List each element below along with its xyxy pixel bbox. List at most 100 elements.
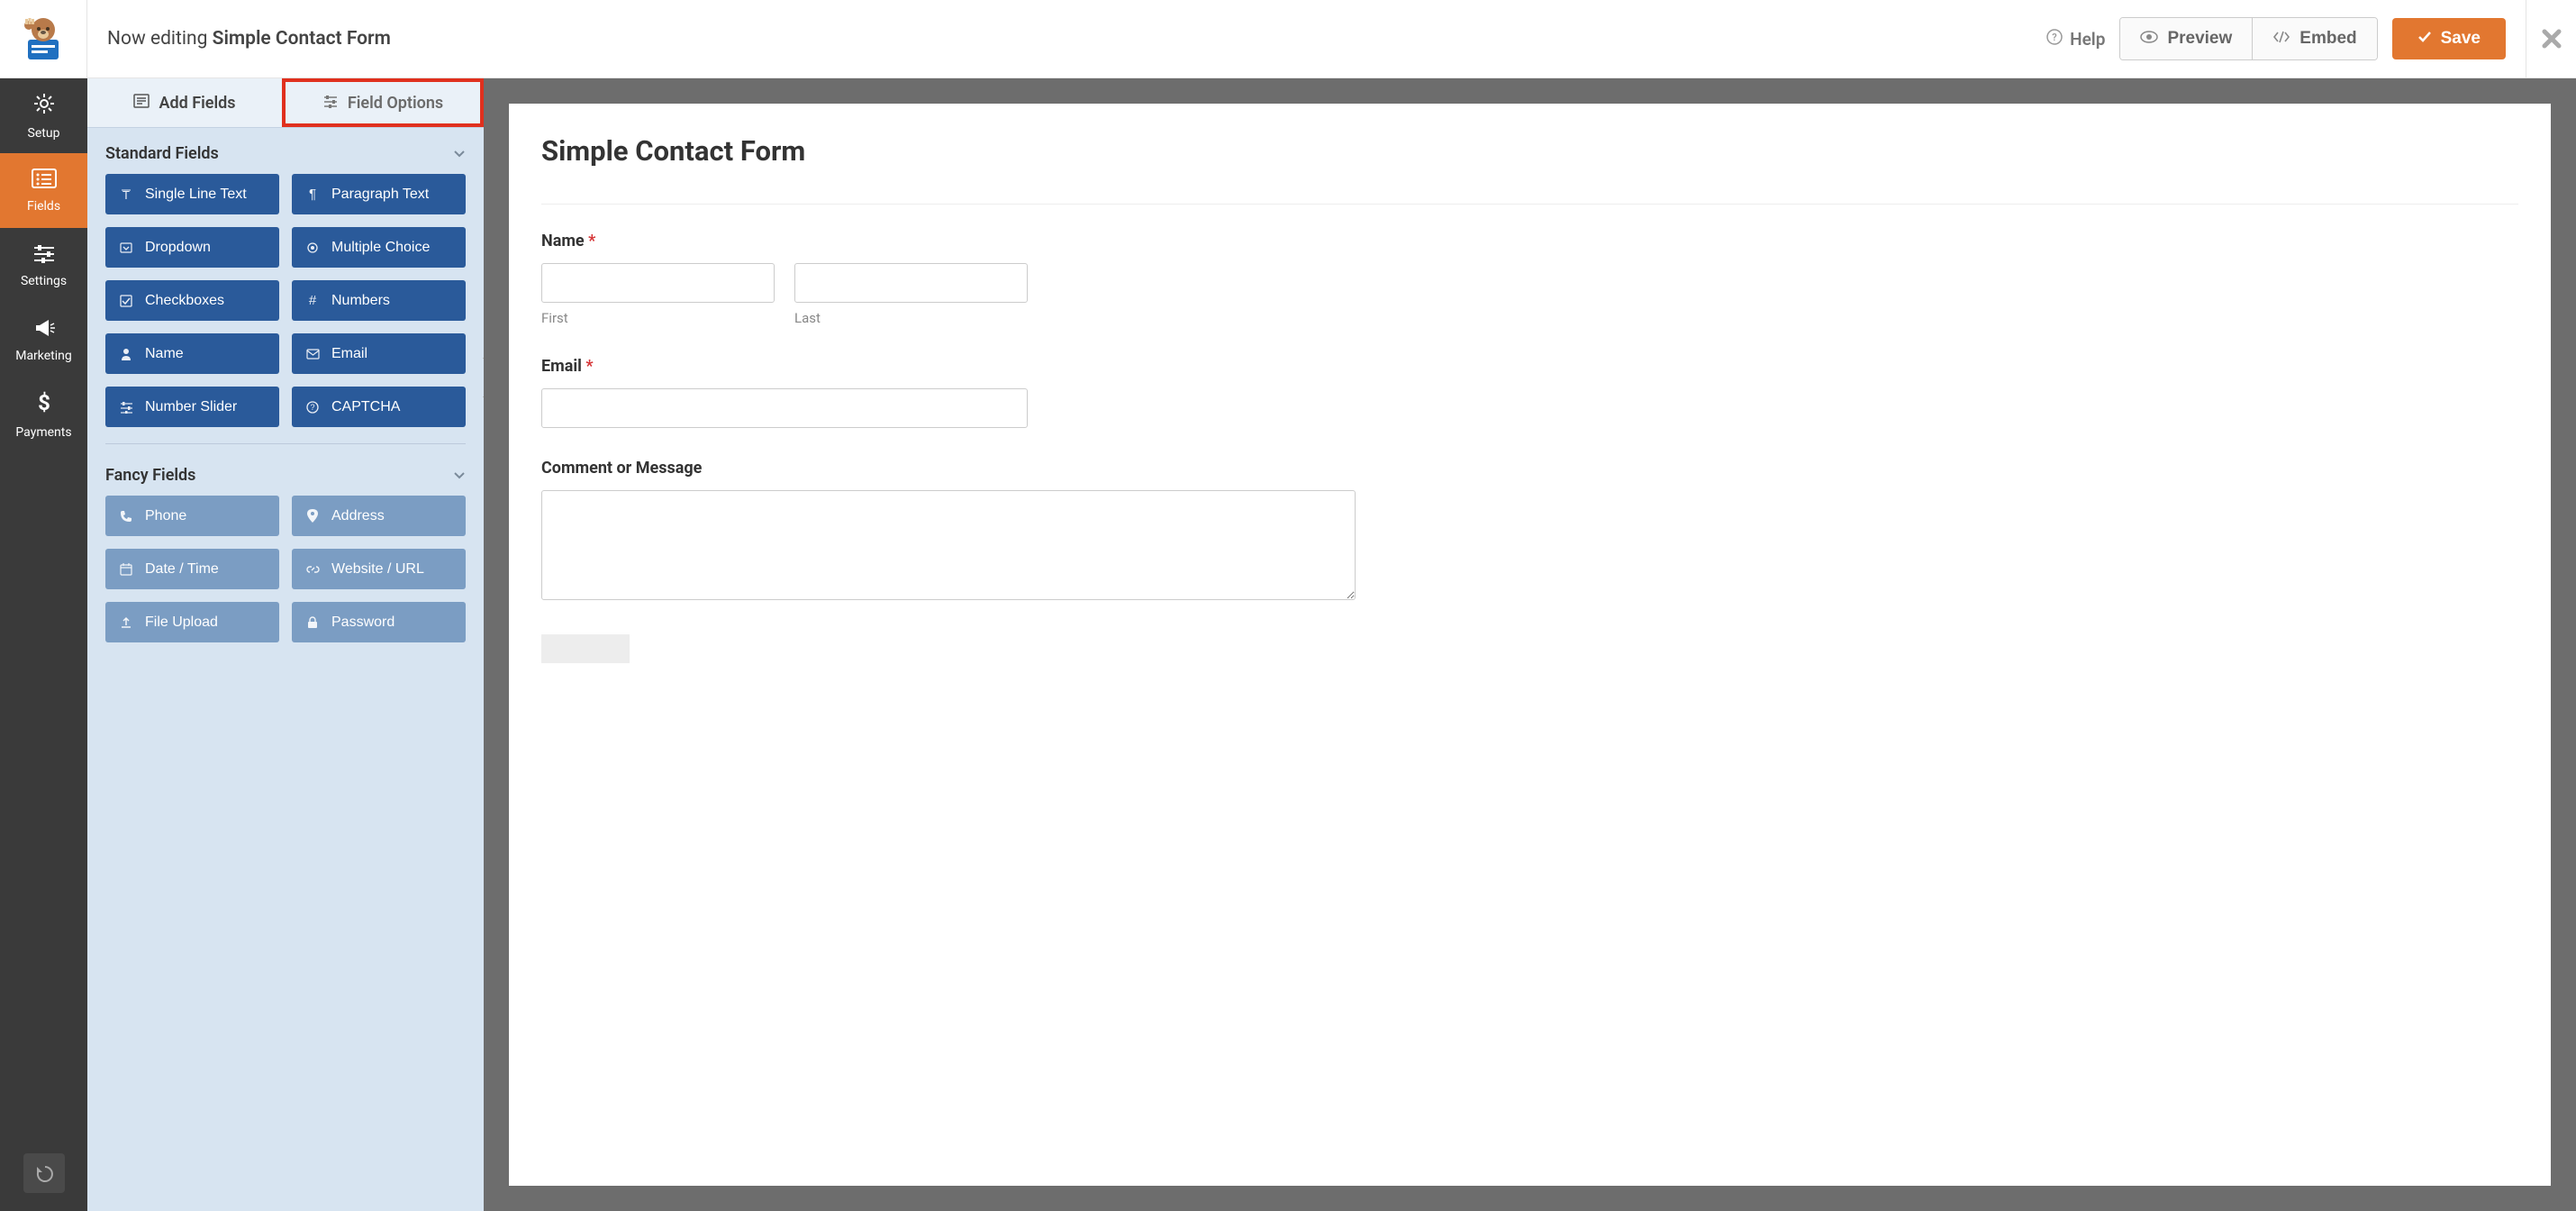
last-name-input[interactable] bbox=[794, 263, 1028, 303]
sidebar-item-payments[interactable]: $ Payments bbox=[0, 378, 87, 452]
calendar-icon bbox=[118, 563, 134, 576]
field-label: CAPTCHA bbox=[331, 399, 400, 415]
svg-text:?: ? bbox=[310, 403, 314, 412]
field-captcha[interactable]: ? CAPTCHA bbox=[292, 387, 466, 427]
topbar: Now editing Simple Contact Form ? Help P… bbox=[0, 0, 2576, 78]
field-multiple-choice[interactable]: Multiple Choice bbox=[292, 227, 466, 268]
section-header-fancy[interactable]: Fancy Fields bbox=[87, 450, 484, 496]
first-name-input[interactable] bbox=[541, 263, 775, 303]
field-checkboxes[interactable]: Checkboxes bbox=[105, 280, 279, 321]
hash-icon: # bbox=[304, 293, 321, 308]
phone-icon bbox=[118, 510, 134, 523]
field-date-time[interactable]: Date / Time bbox=[105, 549, 279, 589]
required-indicator: * bbox=[588, 232, 595, 250]
help-icon: ? bbox=[2046, 29, 2063, 50]
form-canvas: Simple Contact Form Name * First Las bbox=[509, 104, 2551, 1186]
svg-text:$: $ bbox=[38, 391, 50, 414]
field-dropdown[interactable]: Dropdown bbox=[105, 227, 279, 268]
embed-label: Embed bbox=[2299, 29, 2356, 49]
field-label: Address bbox=[331, 508, 385, 524]
form-title: Simple Contact Form bbox=[541, 134, 2518, 205]
fancy-fields-grid: Phone Address Date / Time Website / URL … bbox=[87, 496, 484, 659]
field-label: Name bbox=[145, 346, 184, 362]
field-file-upload[interactable]: File Upload bbox=[105, 602, 279, 642]
field-paragraph-text[interactable]: ¶ Paragraph Text bbox=[292, 174, 466, 214]
sidebar-item-marketing[interactable]: Marketing bbox=[0, 303, 87, 378]
form-field-name[interactable]: Name * First Last bbox=[541, 232, 2518, 326]
panel-tabs: Add Fields Field Options bbox=[87, 78, 484, 128]
field-email[interactable]: Email bbox=[292, 333, 466, 374]
standard-fields-grid: TSingle Line Text ¶ Paragraph Text Dropdo… bbox=[87, 174, 484, 443]
question-icon: ? bbox=[304, 401, 321, 414]
sidebar-label: Settings bbox=[21, 274, 67, 288]
paragraph-icon: ¶ bbox=[304, 187, 321, 202]
sidebar-item-setup[interactable]: Setup bbox=[0, 78, 87, 153]
dollar-icon: $ bbox=[37, 391, 51, 420]
lock-icon bbox=[304, 616, 321, 629]
close-icon bbox=[2542, 29, 2562, 49]
panel-collapse-button[interactable] bbox=[483, 358, 484, 397]
editing-prefix: Now editing bbox=[107, 28, 207, 50]
history-icon bbox=[34, 1163, 54, 1183]
chevron-down-icon bbox=[453, 144, 466, 163]
field-name[interactable]: Name bbox=[105, 333, 279, 374]
sliders-icon bbox=[322, 94, 339, 113]
field-single-line-text[interactable]: TSingle Line Text bbox=[105, 174, 279, 214]
tab-add-fields[interactable]: Add Fields bbox=[87, 78, 282, 127]
upload-icon bbox=[118, 616, 134, 629]
tab-label: Field Options bbox=[348, 94, 443, 113]
embed-button[interactable]: Embed bbox=[2252, 18, 2376, 59]
tab-field-options[interactable]: Field Options bbox=[282, 78, 484, 127]
field-number-slider[interactable]: Number Slider bbox=[105, 387, 279, 427]
close-button[interactable] bbox=[2526, 0, 2576, 78]
form-field-email[interactable]: Email * bbox=[541, 357, 2518, 428]
field-label: File Upload bbox=[145, 615, 218, 631]
preview-button[interactable]: Preview bbox=[2120, 18, 2252, 59]
field-numbers[interactable]: # Numbers bbox=[292, 280, 466, 321]
fields-panel: Add Fields Field Options Standard Fields… bbox=[87, 78, 484, 1211]
field-label: Numbers bbox=[331, 293, 390, 309]
save-button[interactable]: Save bbox=[2392, 18, 2506, 59]
field-phone[interactable]: Phone bbox=[105, 496, 279, 536]
revisions-button[interactable] bbox=[23, 1153, 65, 1193]
section-title: Fancy Fields bbox=[105, 466, 195, 485]
code-icon bbox=[2272, 29, 2290, 49]
logo-cell bbox=[0, 0, 87, 77]
sidebar-item-fields[interactable]: Fields bbox=[0, 153, 87, 228]
section-title: Standard Fields bbox=[105, 144, 219, 163]
field-address[interactable]: Address bbox=[292, 496, 466, 536]
field-label: Number Slider bbox=[145, 399, 237, 415]
field-label: Email bbox=[331, 346, 367, 362]
sliders-icon bbox=[118, 401, 134, 414]
preview-embed-group: Preview Embed bbox=[2119, 17, 2377, 60]
save-label: Save bbox=[2441, 29, 2481, 49]
wpforms-logo-icon bbox=[21, 16, 66, 61]
field-label: Date / Time bbox=[145, 561, 219, 578]
help-link[interactable]: ? Help bbox=[2046, 29, 2105, 50]
eye-icon bbox=[2140, 29, 2158, 49]
gear-icon bbox=[32, 92, 56, 121]
page-title: Now editing Simple Contact Form bbox=[87, 28, 2046, 50]
svg-text:?: ? bbox=[2052, 32, 2056, 43]
sidebar-item-settings[interactable]: Settings bbox=[0, 228, 87, 303]
field-label: Dropdown bbox=[145, 240, 211, 256]
bullhorn-icon bbox=[32, 318, 56, 343]
field-label: Checkboxes bbox=[145, 293, 224, 309]
help-label: Help bbox=[2070, 29, 2105, 50]
section-header-standard[interactable]: Standard Fields bbox=[87, 128, 484, 174]
required-indicator: * bbox=[585, 357, 593, 376]
field-label: Website / URL bbox=[331, 561, 424, 578]
field-label: Paragraph Text bbox=[331, 187, 429, 203]
submit-button[interactable] bbox=[541, 634, 630, 663]
list-icon bbox=[32, 168, 57, 194]
field-website-url[interactable]: Website / URL bbox=[292, 549, 466, 589]
tab-label: Add Fields bbox=[159, 94, 235, 113]
email-input[interactable] bbox=[541, 388, 1028, 428]
form-field-comment[interactable]: Comment or Message bbox=[541, 459, 2518, 604]
comment-textarea[interactable] bbox=[541, 490, 1356, 600]
field-password[interactable]: Password bbox=[292, 602, 466, 642]
field-label-comment: Comment or Message bbox=[541, 459, 2518, 478]
field-label: Password bbox=[331, 615, 395, 631]
sliders-icon bbox=[32, 243, 56, 269]
radio-icon bbox=[304, 241, 321, 254]
